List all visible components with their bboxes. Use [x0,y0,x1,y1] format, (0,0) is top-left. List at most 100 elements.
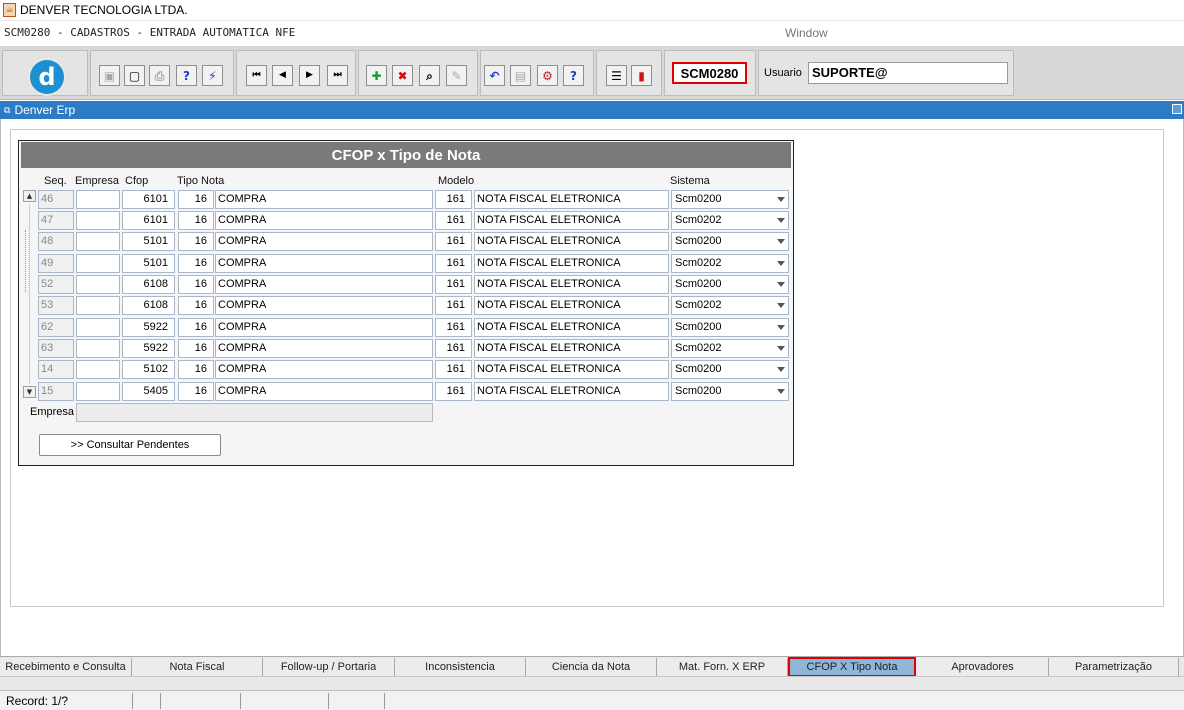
cell-tipo[interactable]: 16 [178,190,214,209]
cell-tipo-desc[interactable]: COMPRA [215,360,433,379]
help-button[interactable]: ? [563,65,584,86]
tab-ciencia-da-nota[interactable]: Ciencia da Nota [526,658,657,676]
screen-button[interactable]: ▢ [124,65,145,86]
cell-tipo-desc[interactable]: COMPRA [215,382,433,401]
cell-modelo[interactable]: 161 [435,339,472,358]
cell-cfop[interactable]: 5922 [122,318,175,337]
cell-seq[interactable]: 52 [38,275,74,294]
cell-sistema-select[interactable]: Scm0200 [671,232,789,251]
search-button[interactable]: ⌕ [419,65,440,86]
cell-tipo-desc[interactable]: COMPRA [215,275,433,294]
records-scrollbar[interactable]: ▲ ▼ [23,190,36,400]
chevron-down-icon[interactable] [777,261,785,266]
exit-button[interactable]: ▮ [631,65,652,86]
chevron-down-icon[interactable] [777,325,785,330]
cell-modelo[interactable]: 161 [435,211,472,230]
cell-seq[interactable]: 46 [38,190,74,209]
cell-modelo-desc[interactable]: NOTA FISCAL ELETRONICA [474,382,669,401]
cell-sistema-select[interactable]: Scm0202 [671,296,789,315]
cell-seq[interactable]: 49 [38,254,74,273]
window-menu-icon[interactable]: ⧉ [4,105,10,116]
cell-seq[interactable]: 53 [38,296,74,315]
tab-follow-up-portaria[interactable]: Follow-up / Portaria [263,658,395,676]
cell-seq[interactable]: 62 [38,318,74,337]
cell-tipo[interactable]: 16 [178,232,214,251]
cell-modelo[interactable]: 161 [435,254,472,273]
chevron-down-icon[interactable] [777,239,785,244]
cell-cfop[interactable]: 6101 [122,190,175,209]
tab-recebimento-consulta[interactable]: Recebimento e Consulta [0,658,132,676]
first-record-button[interactable]: ⏮ [246,65,267,86]
delete-record-button[interactable]: ✖ [392,65,413,86]
scroll-up-icon[interactable]: ▲ [23,190,36,202]
cell-cfop[interactable]: 5101 [122,232,175,251]
clear-button[interactable]: ✎ [446,65,467,86]
cell-cfop[interactable]: 5922 [122,339,175,358]
cell-tipo-desc[interactable]: COMPRA [215,190,433,209]
chevron-down-icon[interactable] [777,197,785,202]
cell-empresa[interactable] [76,339,120,358]
tab-aprovadores[interactable]: Aprovadores [917,658,1049,676]
cell-empresa[interactable] [76,211,120,230]
tab-parametrizacao[interactable]: Parametrização [1049,658,1179,676]
cell-tipo[interactable]: 16 [178,360,214,379]
cell-cfop[interactable]: 6101 [122,211,175,230]
cell-tipo-desc[interactable]: COMPRA [215,232,433,251]
cell-tipo[interactable]: 16 [178,211,214,230]
tab-cfop-tipo-nota[interactable]: CFOP X Tipo Nota [788,657,916,677]
chevron-down-icon[interactable] [777,218,785,223]
menu-window[interactable]: Window [785,26,828,40]
cell-modelo-desc[interactable]: NOTA FISCAL ELETRONICA [474,339,669,358]
previous-record-button[interactable]: ◀ [272,65,293,86]
print-button[interactable]: ⎙ [149,65,170,86]
cell-empresa[interactable] [76,275,120,294]
chevron-down-icon[interactable] [777,367,785,372]
cell-empresa[interactable] [76,382,120,401]
empresa-description-field[interactable] [76,403,433,422]
cell-seq[interactable]: 48 [38,232,74,251]
enter-query-button[interactable]: ? [176,65,197,86]
cell-empresa[interactable] [76,296,120,315]
cell-empresa[interactable] [76,254,120,273]
clipboard-button[interactable]: ▤ [510,65,531,86]
cell-sistema-select[interactable]: Scm0202 [671,254,789,273]
execute-query-button[interactable]: ⚡ [202,65,223,86]
cell-tipo[interactable]: 16 [178,296,214,315]
insert-record-button[interactable]: ✚ [366,65,387,86]
cell-cfop[interactable]: 5102 [122,360,175,379]
settings-button[interactable]: ⚙ [537,65,558,86]
cell-cfop[interactable]: 6108 [122,275,175,294]
consultar-pendentes-button[interactable]: >> Consultar Pendentes [39,434,221,456]
cell-modelo[interactable]: 161 [435,318,472,337]
cell-empresa[interactable] [76,190,120,209]
tab-inconsistencia[interactable]: Inconsistencia [395,658,526,676]
cell-tipo-desc[interactable]: COMPRA [215,254,433,273]
cell-tipo[interactable]: 16 [178,382,214,401]
cell-tipo-desc[interactable]: COMPRA [215,339,433,358]
cell-cfop[interactable]: 5405 [122,382,175,401]
cell-empresa[interactable] [76,360,120,379]
tab-mat-forn-erp[interactable]: Mat. Forn. X ERP [657,658,788,676]
chevron-down-icon[interactable] [777,346,785,351]
cell-tipo[interactable]: 16 [178,318,214,337]
cell-empresa[interactable] [76,232,120,251]
cell-modelo-desc[interactable]: NOTA FISCAL ELETRONICA [474,254,669,273]
chevron-down-icon[interactable] [777,389,785,394]
user-field[interactable]: SUPORTE@ [808,62,1008,84]
cell-sistema-select[interactable]: Scm0200 [671,275,789,294]
cell-tipo[interactable]: 16 [178,339,214,358]
scroll-thumb[interactable] [25,230,34,292]
cell-modelo[interactable]: 161 [435,360,472,379]
save-button[interactable]: ▣ [99,65,120,86]
cell-tipo-desc[interactable]: COMPRA [215,211,433,230]
cell-sistema-select[interactable]: Scm0202 [671,211,789,230]
cell-modelo[interactable]: 161 [435,382,472,401]
cell-modelo[interactable]: 161 [435,275,472,294]
cell-cfop[interactable]: 6108 [122,296,175,315]
cell-modelo-desc[interactable]: NOTA FISCAL ELETRONICA [474,296,669,315]
cell-modelo-desc[interactable]: NOTA FISCAL ELETRONICA [474,360,669,379]
cell-modelo[interactable]: 161 [435,232,472,251]
cell-sistema-select[interactable]: Scm0200 [671,360,789,379]
cell-seq[interactable]: 15 [38,382,74,401]
cell-tipo-desc[interactable]: COMPRA [215,296,433,315]
